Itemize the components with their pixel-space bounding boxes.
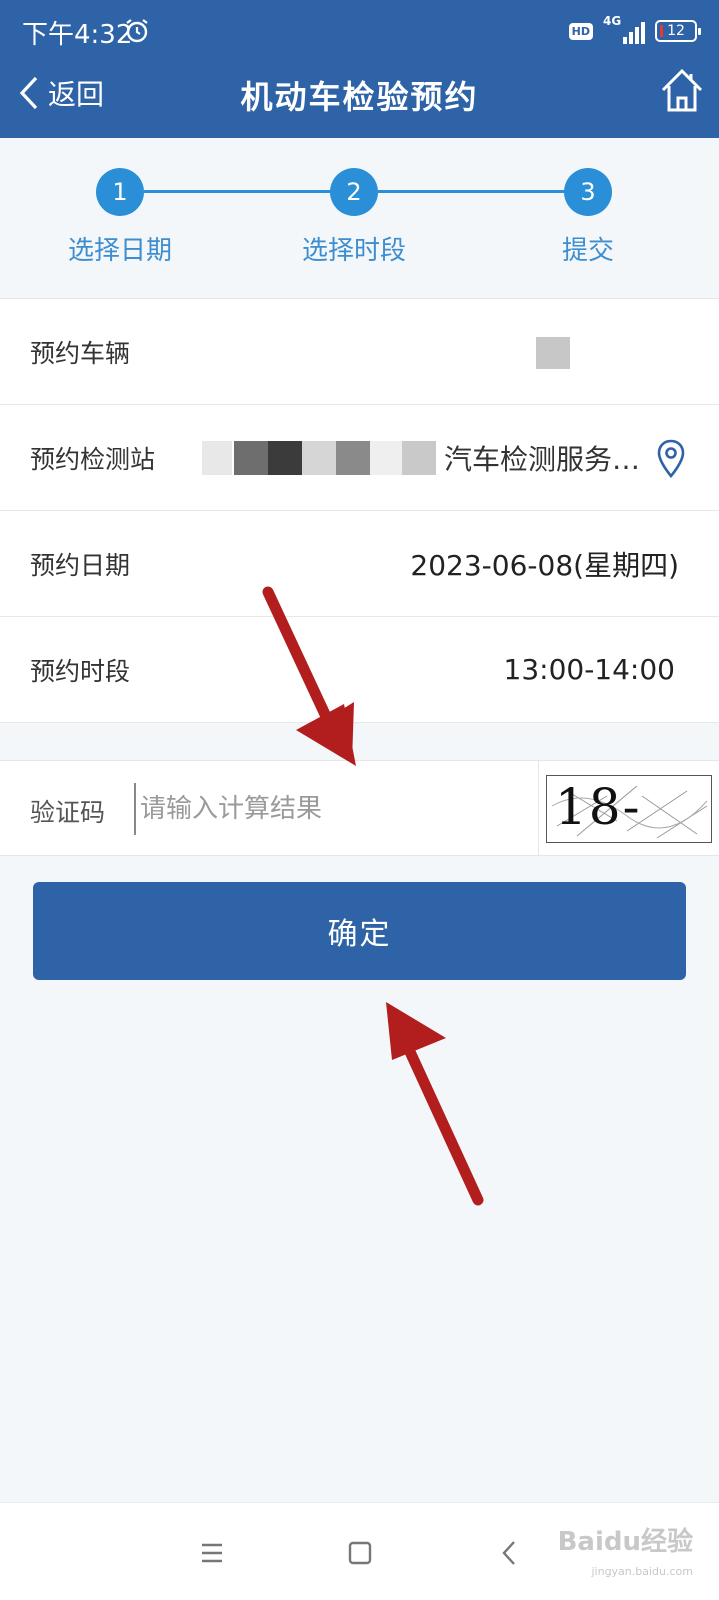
app-header: 下午4:32 HD 4G 12 返回 机动车检验预约 [0,0,719,138]
step-3-label: 提交 [561,236,614,266]
home-icon[interactable] [659,66,705,116]
step-connector [378,190,568,193]
station-row[interactable]: 预约检测站 汽车检测服务… [0,405,719,511]
watermark-site: jingyan.baidu.com [591,1565,693,1578]
vehicle-label: 预约车辆 [30,338,131,368]
location-pin-icon[interactable] [657,439,685,479]
captcha-divider [538,761,539,857]
station-value: 汽车检测服务… [444,442,641,476]
date-label: 预约日期 [30,550,131,580]
captcha-label: 验证码 [30,798,106,827]
time-slot-value: 13:00-14:00 [503,653,676,686]
signal-icon: 4G [603,14,645,46]
network-type: 4G [603,14,622,28]
back-triangle-icon[interactable] [490,1533,530,1573]
step-indicator: 1 2 3 选择日期 选择时段 提交 [0,138,719,298]
step-2-circle: 2 [330,168,378,216]
time-slot-row[interactable]: 预约时段 13:00-14:00 [0,617,719,723]
home-square-icon[interactable] [340,1533,380,1573]
step-1-circle: 1 [96,168,144,216]
battery-level [660,25,663,37]
status-indicators: HD 4G 12 [568,14,701,48]
step-3-circle: 3 [564,168,612,216]
date-value: 2023-06-08(星期四) [410,548,679,582]
alarm-icon [126,19,148,43]
hd-badge: HD [568,22,593,40]
station-label: 预约检测站 [30,444,156,474]
appointment-form: 预约车辆 预约检测站 汽车检测服务… 预约日期 2023-06-08(星期四) … [0,298,719,723]
date-row[interactable]: 预约日期 2023-06-08(星期四) [0,511,719,617]
captcha-text: 18-4= [555,778,642,842]
page-title: 机动车检验预约 [240,78,479,116]
step-2-label: 选择时段 [301,236,406,266]
battery-icon: 12 [655,20,701,42]
time-slot-label: 预约时段 [30,656,131,686]
status-time: 下午4:32 [22,20,133,50]
battery-percent: 12 [667,23,685,39]
menu-icon[interactable] [192,1533,232,1573]
system-nav-bar: Baidu经验 jingyan.baidu.com [0,1502,719,1600]
captcha-row: 验证码 18-4= [0,760,719,857]
captcha-input[interactable] [134,783,524,835]
vehicle-row[interactable]: 预约车辆 [0,299,719,405]
confirm-button[interactable]: 确定 [33,882,686,980]
arrow-to-confirm [386,1002,484,1206]
watermark-brand: Baidu经验 [557,1527,693,1557]
signal-bars [623,22,645,44]
captcha-image[interactable]: 18-4= [546,775,712,843]
step-1-label: 选择日期 [67,236,172,266]
redacted-plate [536,337,570,369]
step-connector [144,190,334,193]
